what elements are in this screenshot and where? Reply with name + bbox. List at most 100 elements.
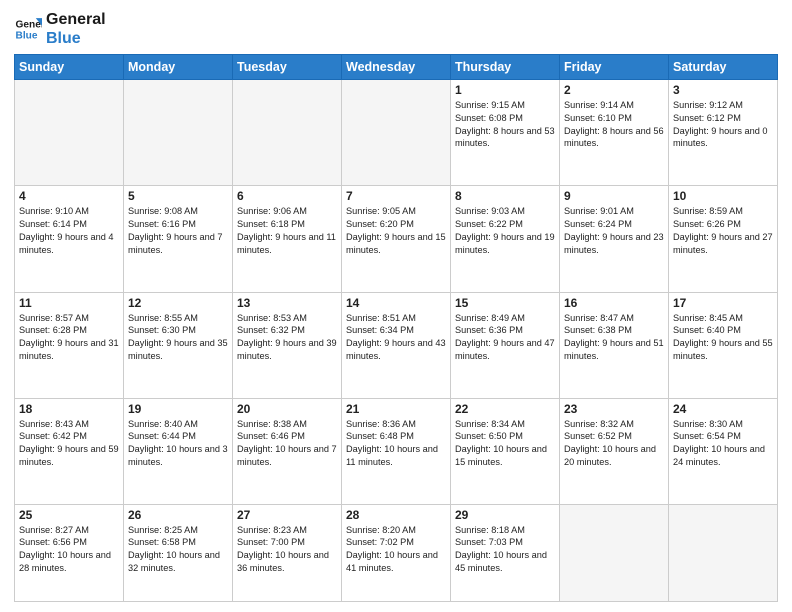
- table-row: 21 Sunrise: 8:36 AM Sunset: 6:48 PM Dayli…: [342, 398, 451, 504]
- table-row: 25Sunrise: 8:27 AM Sunset: 6:56 PM Dayli…: [15, 504, 124, 601]
- day-info: Sunrise: 8:59 AM Sunset: 6:26 PM Dayligh…: [673, 205, 773, 256]
- table-row: [560, 504, 669, 601]
- calendar-header-row: Sunday Monday Tuesday Wednesday Thursday…: [15, 55, 778, 80]
- logo-icon: General Blue: [14, 15, 42, 43]
- day-info: Sunrise: 8:40 AM Sunset: 6:44 PM Dayligh…: [128, 418, 228, 469]
- day-info: Sunrise: 8:55 AM Sunset: 6:30 PM Dayligh…: [128, 312, 228, 363]
- header: General Blue General Blue: [14, 10, 778, 48]
- day-number: 15: [455, 296, 555, 310]
- day-info: Sunrise: 8:32 AM Sunset: 6:52 PM Dayligh…: [564, 418, 664, 469]
- day-number: 28: [346, 508, 446, 522]
- day-info: Sunrise: 9:03 AM Sunset: 6:22 PM Dayligh…: [455, 205, 555, 256]
- page: General Blue General Blue Sunday Monday …: [0, 0, 792, 612]
- table-row: 26Sunrise: 8:25 AM Sunset: 6:58 PM Dayli…: [124, 504, 233, 601]
- table-row: 28Sunrise: 8:20 AM Sunset: 7:02 PM Dayli…: [342, 504, 451, 601]
- day-info: Sunrise: 8:43 AM Sunset: 6:42 PM Dayligh…: [19, 418, 119, 469]
- day-number: 1: [455, 83, 555, 97]
- col-friday: Friday: [560, 55, 669, 80]
- day-info: Sunrise: 8:51 AM Sunset: 6:34 PM Dayligh…: [346, 312, 446, 363]
- table-row: 8 Sunrise: 9:03 AM Sunset: 6:22 PM Daylig…: [451, 186, 560, 292]
- day-number: 6: [237, 189, 337, 203]
- day-info: Sunrise: 8:27 AM Sunset: 6:56 PM Dayligh…: [19, 524, 119, 575]
- table-row: 14 Sunrise: 8:51 AM Sunset: 6:34 PM Dayli…: [342, 292, 451, 398]
- table-row: 17Sunrise: 8:45 AM Sunset: 6:40 PM Dayli…: [669, 292, 778, 398]
- table-row: 3Sunrise: 9:12 AM Sunset: 6:12 PM Daylig…: [669, 80, 778, 186]
- table-row: [342, 80, 451, 186]
- day-info: Sunrise: 8:23 AM Sunset: 7:00 PM Dayligh…: [237, 524, 337, 575]
- day-info: Sunrise: 8:47 AM Sunset: 6:38 PM Dayligh…: [564, 312, 664, 363]
- day-info: Sunrise: 9:14 AM Sunset: 6:10 PM Dayligh…: [564, 99, 664, 150]
- table-row: 4 Sunrise: 9:10 AM Sunset: 6:14 PM Daylig…: [15, 186, 124, 292]
- day-number: 8: [455, 189, 555, 203]
- table-row: 9Sunrise: 9:01 AM Sunset: 6:24 PM Daylig…: [560, 186, 669, 292]
- table-row: [669, 504, 778, 601]
- day-info: Sunrise: 8:38 AM Sunset: 6:46 PM Dayligh…: [237, 418, 337, 469]
- day-number: 27: [237, 508, 337, 522]
- table-row: 16 Sunrise: 8:47 AM Sunset: 6:38 PM Dayli…: [560, 292, 669, 398]
- table-row: 19 Sunrise: 8:40 AM Sunset: 6:44 PM Dayli…: [124, 398, 233, 504]
- day-number: 18: [19, 402, 119, 416]
- table-row: 18 Sunrise: 8:43 AM Sunset: 6:42 PM Dayli…: [15, 398, 124, 504]
- day-number: 20: [237, 402, 337, 416]
- col-tuesday: Tuesday: [233, 55, 342, 80]
- day-number: 16: [564, 296, 664, 310]
- day-number: 19: [128, 402, 228, 416]
- table-row: 13 Sunrise: 8:53 AM Sunset: 6:32 PM Dayli…: [233, 292, 342, 398]
- table-row: 5 Sunrise: 9:08 AM Sunset: 6:16 PM Daylig…: [124, 186, 233, 292]
- svg-text:Blue: Blue: [16, 31, 38, 42]
- table-row: 1Sunrise: 9:15 AM Sunset: 6:08 PM Daylig…: [451, 80, 560, 186]
- table-row: 27 Sunrise: 8:23 AM Sunset: 7:00 PM Dayli…: [233, 504, 342, 601]
- table-row: 10 Sunrise: 8:59 AM Sunset: 6:26 PM Dayli…: [669, 186, 778, 292]
- day-number: 7: [346, 189, 446, 203]
- day-info: Sunrise: 8:45 AM Sunset: 6:40 PM Dayligh…: [673, 312, 773, 363]
- day-info: Sunrise: 8:18 AM Sunset: 7:03 PM Dayligh…: [455, 524, 555, 575]
- table-row: 23 Sunrise: 8:32 AM Sunset: 6:52 PM Dayli…: [560, 398, 669, 504]
- table-row: 15 Sunrise: 8:49 AM Sunset: 6:36 PM Dayli…: [451, 292, 560, 398]
- logo-general: General: [46, 10, 106, 29]
- day-info: Sunrise: 8:34 AM Sunset: 6:50 PM Dayligh…: [455, 418, 555, 469]
- table-row: 6 Sunrise: 9:06 AM Sunset: 6:18 PM Daylig…: [233, 186, 342, 292]
- day-number: 10: [673, 189, 773, 203]
- logo: General Blue General Blue: [14, 10, 106, 48]
- day-info: Sunrise: 9:05 AM Sunset: 6:20 PM Dayligh…: [346, 205, 446, 256]
- col-monday: Monday: [124, 55, 233, 80]
- day-number: 29: [455, 508, 555, 522]
- day-info: Sunrise: 9:08 AM Sunset: 6:16 PM Dayligh…: [128, 205, 228, 256]
- day-info: Sunrise: 8:53 AM Sunset: 6:32 PM Dayligh…: [237, 312, 337, 363]
- table-row: 2 Sunrise: 9:14 AM Sunset: 6:10 PM Daylig…: [560, 80, 669, 186]
- day-info: Sunrise: 9:06 AM Sunset: 6:18 PM Dayligh…: [237, 205, 337, 256]
- day-number: 24: [673, 402, 773, 416]
- logo-blue: Blue: [46, 29, 106, 48]
- svg-text:General: General: [16, 20, 42, 31]
- day-number: 3: [673, 83, 773, 97]
- day-info: Sunrise: 8:36 AM Sunset: 6:48 PM Dayligh…: [346, 418, 446, 469]
- table-row: [15, 80, 124, 186]
- day-number: 2: [564, 83, 664, 97]
- col-saturday: Saturday: [669, 55, 778, 80]
- col-sunday: Sunday: [15, 55, 124, 80]
- table-row: 24 Sunrise: 8:30 AM Sunset: 6:54 PM Dayli…: [669, 398, 778, 504]
- day-number: 4: [19, 189, 119, 203]
- col-wednesday: Wednesday: [342, 55, 451, 80]
- day-number: 21: [346, 402, 446, 416]
- day-info: Sunrise: 9:10 AM Sunset: 6:14 PM Dayligh…: [19, 205, 119, 256]
- day-number: 9: [564, 189, 664, 203]
- col-thursday: Thursday: [451, 55, 560, 80]
- day-number: 14: [346, 296, 446, 310]
- table-row: 7 Sunrise: 9:05 AM Sunset: 6:20 PM Daylig…: [342, 186, 451, 292]
- day-info: Sunrise: 8:30 AM Sunset: 6:54 PM Dayligh…: [673, 418, 773, 469]
- table-row: 22 Sunrise: 8:34 AM Sunset: 6:50 PM Dayli…: [451, 398, 560, 504]
- day-info: Sunrise: 8:49 AM Sunset: 6:36 PM Dayligh…: [455, 312, 555, 363]
- day-number: 5: [128, 189, 228, 203]
- calendar: Sunday Monday Tuesday Wednesday Thursday…: [14, 54, 778, 602]
- table-row: 12 Sunrise: 8:55 AM Sunset: 6:30 PM Dayli…: [124, 292, 233, 398]
- day-info: Sunrise: 8:57 AM Sunset: 6:28 PM Dayligh…: [19, 312, 119, 363]
- day-number: 22: [455, 402, 555, 416]
- table-row: 20 Sunrise: 8:38 AM Sunset: 6:46 PM Dayli…: [233, 398, 342, 504]
- table-row: 29 Sunrise: 8:18 AM Sunset: 7:03 PM Dayli…: [451, 504, 560, 601]
- day-number: 13: [237, 296, 337, 310]
- day-number: 12: [128, 296, 228, 310]
- day-number: 23: [564, 402, 664, 416]
- day-number: 11: [19, 296, 119, 310]
- day-number: 26: [128, 508, 228, 522]
